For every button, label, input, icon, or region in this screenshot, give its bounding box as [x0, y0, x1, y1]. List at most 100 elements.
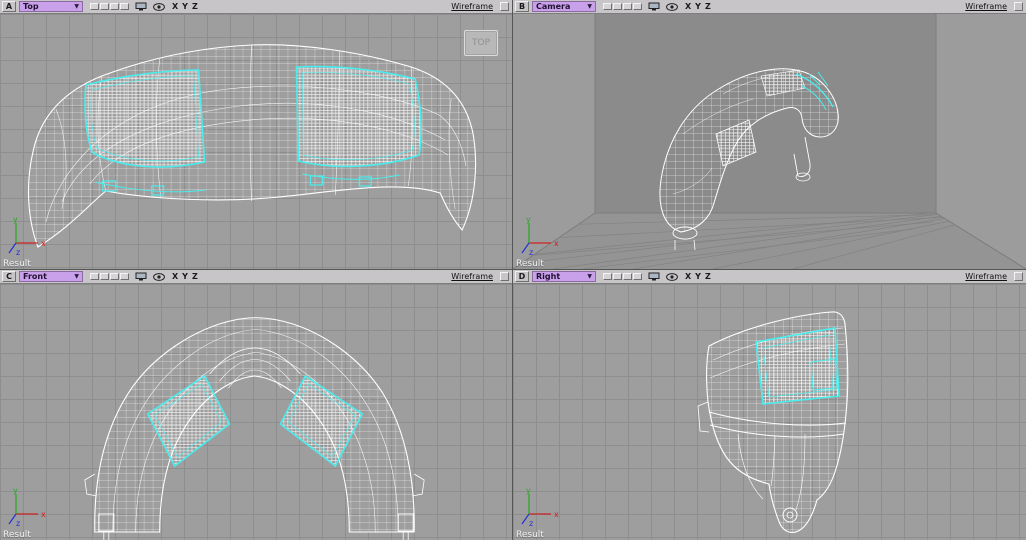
chevron-down-icon[interactable]: ▼ — [587, 4, 592, 10]
triad-z-label: z — [16, 519, 20, 528]
display-mode-icon[interactable] — [648, 272, 660, 281]
wireframe-model-top-view[interactable] — [0, 14, 512, 269]
viewport-canvas-right[interactable]: x y z Result — [513, 284, 1026, 540]
chevron-down-icon[interactable]: ▼ — [74, 4, 79, 10]
memo-cam-button[interactable] — [623, 273, 632, 280]
memo-cam-button[interactable] — [100, 273, 109, 280]
axis-toggle-x[interactable]: X — [172, 2, 178, 11]
result-status: Result — [516, 259, 544, 269]
viewport-resize-box[interactable] — [1014, 2, 1023, 11]
axis-toggles: X Y Z — [685, 272, 711, 281]
visibility-eye-icon[interactable] — [153, 3, 165, 11]
display-mode-icon[interactable] — [648, 2, 660, 11]
axis-toggle-x[interactable]: X — [685, 2, 691, 11]
viewport-canvas-camera[interactable]: x y z Result — [513, 14, 1026, 269]
axis-toggle-x[interactable]: X — [172, 272, 178, 281]
axis-toggle-y[interactable]: Y — [182, 272, 188, 281]
axis-toggle-x[interactable]: X — [685, 272, 691, 281]
memo-cam-button[interactable] — [90, 3, 99, 10]
shading-mode-menu[interactable]: Wireframe — [451, 272, 493, 281]
axis-toggle-z[interactable]: Z — [192, 272, 198, 281]
memo-cam-button[interactable] — [613, 273, 622, 280]
triad-y-label: y — [526, 215, 531, 224]
memo-cam-button[interactable] — [613, 3, 622, 10]
result-status: Result — [516, 530, 544, 540]
viewport-canvas-top[interactable]: TOP x y z Result — [0, 14, 512, 269]
view-select-menu[interactable]: Right ▼ — [532, 271, 596, 282]
chevron-down-icon[interactable]: ▼ — [74, 274, 79, 280]
viewport-header-top: A Top ▼ X Y Z Wireframe — [0, 0, 512, 14]
memo-cam-button[interactable] — [633, 3, 642, 10]
triad-x-label: x — [554, 239, 559, 248]
axis-toggle-y[interactable]: Y — [695, 272, 701, 281]
axis-toggles: X Y Z — [685, 2, 711, 11]
viewport-header-right: D Right ▼ X Y Z Wirefra — [513, 270, 1026, 284]
triad-z-label: z — [16, 248, 20, 257]
triad-y-label: y — [526, 486, 531, 495]
viewport-canvas-front[interactable]: x y z Result — [0, 284, 512, 540]
viewport-top: A Top ▼ X Y Z Wireframe — [0, 0, 512, 269]
view-select-menu[interactable]: Front ▼ — [19, 271, 83, 282]
viewport-front: C Front ▼ X Y Z Wirefra — [0, 270, 512, 540]
memo-cam-button[interactable] — [100, 3, 109, 10]
axis-toggles: X Y Z — [172, 2, 198, 11]
display-mode-icon[interactable] — [135, 272, 147, 281]
wireframe-model-right-view[interactable] — [513, 284, 1026, 540]
axis-toggle-z[interactable]: Z — [192, 2, 198, 11]
memo-cam-group — [603, 3, 642, 10]
viewport-resize-box[interactable] — [500, 2, 509, 11]
chevron-down-icon[interactable]: ▼ — [587, 274, 592, 280]
axis-toggle-z[interactable]: Z — [705, 272, 711, 281]
axis-triad: x y z — [6, 486, 50, 528]
display-mode-icon[interactable] — [135, 2, 147, 11]
triad-y-label: y — [13, 486, 18, 495]
result-status: Result — [3, 530, 31, 540]
memo-cam-group — [603, 273, 642, 280]
triad-x-label: x — [41, 510, 46, 519]
top-view-overlay-button[interactable]: TOP — [464, 30, 498, 56]
memo-cam-group — [90, 3, 129, 10]
view-name-label: Right — [536, 272, 560, 281]
memo-cam-button[interactable] — [623, 3, 632, 10]
axis-toggle-z[interactable]: Z — [705, 2, 711, 11]
memo-cam-button[interactable] — [120, 3, 129, 10]
view-select-menu[interactable]: Camera ▼ — [532, 1, 596, 12]
view-name-label: Front — [23, 272, 47, 281]
shading-mode-menu[interactable]: Wireframe — [965, 2, 1007, 11]
visibility-eye-icon[interactable] — [666, 273, 678, 281]
memo-cam-button[interactable] — [633, 273, 642, 280]
visibility-eye-icon[interactable] — [153, 273, 165, 281]
triad-y-label: y — [13, 215, 18, 224]
viewport-camera: B Camera ▼ X Y Z Wirefr — [513, 0, 1026, 269]
axis-triad: x y z — [519, 486, 563, 528]
triad-z-label: z — [529, 519, 533, 528]
triad-x-label: x — [554, 510, 559, 519]
viewport-letter-badge[interactable]: A — [2, 1, 16, 12]
axis-toggles: X Y Z — [172, 272, 198, 281]
shading-mode-menu[interactable]: Wireframe — [451, 2, 493, 11]
triad-x-label: x — [41, 239, 46, 248]
memo-cam-button[interactable] — [120, 273, 129, 280]
viewport-letter-badge[interactable]: B — [515, 1, 529, 12]
axis-toggle-y[interactable]: Y — [695, 2, 701, 11]
memo-cam-button[interactable] — [110, 3, 119, 10]
wireframe-model-front-view[interactable] — [0, 284, 512, 540]
camera-perspective-scene[interactable] — [513, 14, 1026, 269]
viewport-letter-badge[interactable]: C — [2, 271, 16, 282]
quad-viewport-layout: A Top ▼ X Y Z Wireframe — [0, 0, 1026, 540]
memo-cam-button[interactable] — [90, 273, 99, 280]
viewport-header-front: C Front ▼ X Y Z Wirefra — [0, 270, 512, 284]
memo-cam-button[interactable] — [110, 273, 119, 280]
viewport-right: D Right ▼ X Y Z Wirefra — [513, 270, 1026, 540]
viewport-resize-box[interactable] — [500, 272, 509, 281]
axis-toggle-y[interactable]: Y — [182, 2, 188, 11]
shading-mode-menu[interactable]: Wireframe — [965, 272, 1007, 281]
visibility-eye-icon[interactable] — [666, 3, 678, 11]
view-name-label: Camera — [536, 2, 570, 11]
viewport-letter-badge[interactable]: D — [515, 271, 529, 282]
view-select-menu[interactable]: Top ▼ — [19, 1, 83, 12]
memo-cam-button[interactable] — [603, 3, 612, 10]
memo-cam-button[interactable] — [603, 273, 612, 280]
axis-triad: x y z — [519, 215, 563, 257]
viewport-resize-box[interactable] — [1014, 272, 1023, 281]
